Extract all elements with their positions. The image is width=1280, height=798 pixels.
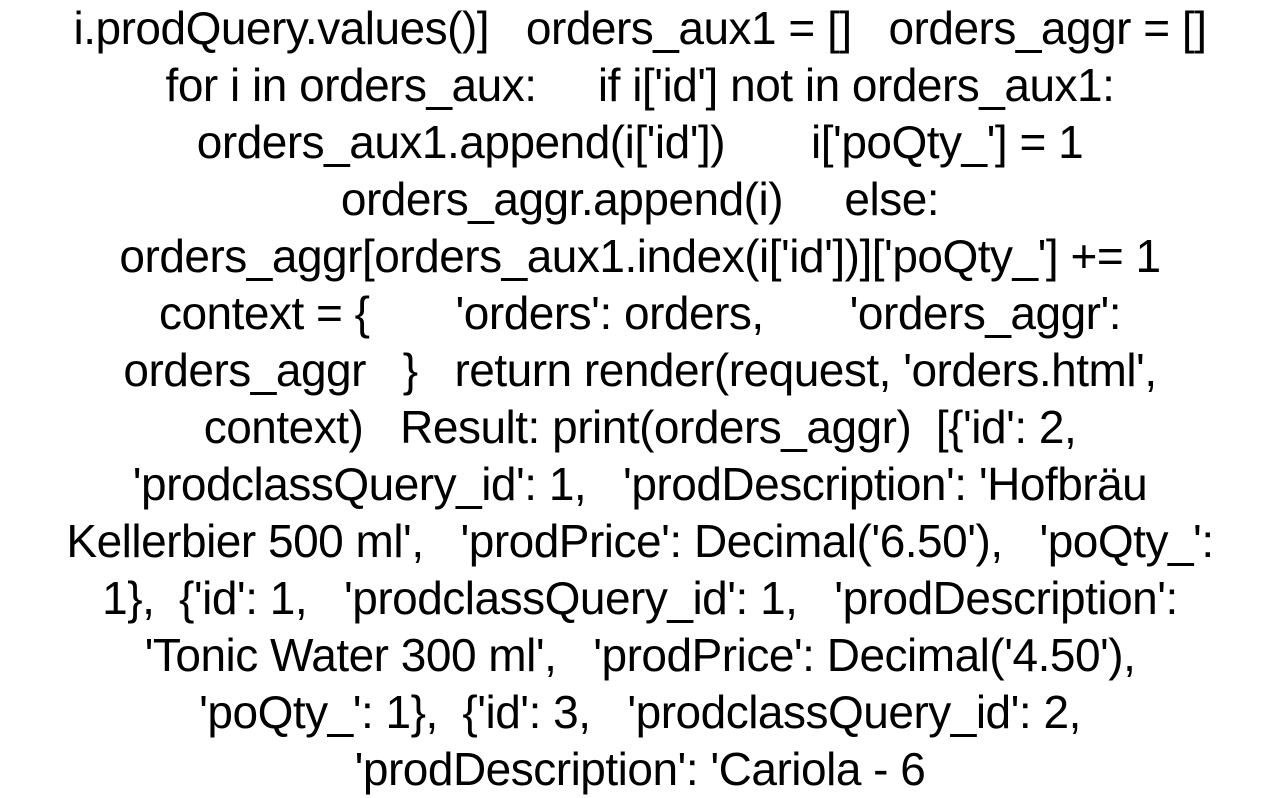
code-text-block: i.prodQuery.values()] orders_aux1 = [] o… (0, 0, 1280, 720)
